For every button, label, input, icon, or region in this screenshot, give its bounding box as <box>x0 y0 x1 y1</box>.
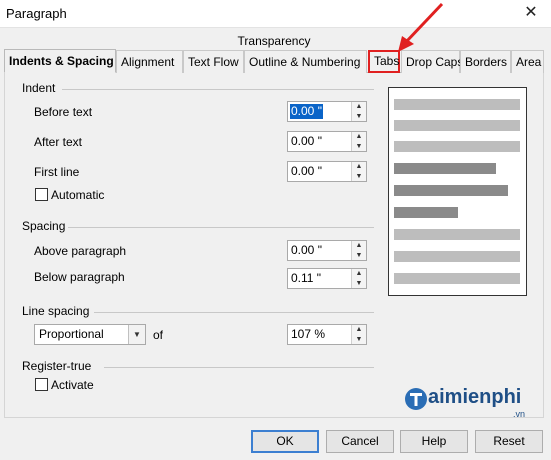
line-spacing-mode: Proportional <box>39 327 104 341</box>
spin-down-icon[interactable]: ▼ <box>352 279 366 288</box>
spacing-divider <box>68 227 374 228</box>
spin-up-icon[interactable]: ▲ <box>352 162 366 171</box>
register-true-divider <box>104 367 374 368</box>
line-spacing-dropdown[interactable]: Proportional ▼ <box>34 324 146 345</box>
preview-line <box>394 141 520 152</box>
watermark-text: aimienphi <box>428 386 522 408</box>
tab-outline-numbering[interactable]: Outline & Numbering <box>244 50 367 73</box>
preview-line <box>394 185 508 196</box>
automatic-checkbox[interactable] <box>35 188 48 201</box>
tab-indents-spacing[interactable]: Indents & Spacing <box>4 49 116 73</box>
line-spacing-section-title: Line spacing <box>22 304 90 318</box>
below-paragraph-label: Below paragraph <box>34 270 125 284</box>
chevron-down-icon[interactable]: ▼ <box>128 325 145 344</box>
paragraph-preview <box>388 87 527 296</box>
spin-up-icon[interactable]: ▲ <box>352 241 366 250</box>
above-paragraph-label: Above paragraph <box>34 244 127 258</box>
above-paragraph-value[interactable]: 0.00 " <box>290 243 323 258</box>
spin-down-icon[interactable]: ▼ <box>352 112 366 121</box>
ok-button[interactable]: OK <box>251 430 319 453</box>
before-text-value[interactable]: 0.00 " <box>290 104 323 119</box>
annotation-arrow-icon <box>398 2 444 52</box>
tab-borders[interactable]: Borders <box>460 50 511 73</box>
preview-line <box>394 273 520 284</box>
line-spacing-of-label: of <box>153 328 164 342</box>
first-line-label: First line <box>34 165 80 179</box>
indent-section-title: Indent <box>22 81 56 95</box>
tab-transparency[interactable]: Transparency <box>228 34 320 48</box>
spin-down-icon[interactable]: ▼ <box>352 335 366 344</box>
register-true-section-title: Register-true <box>22 359 92 373</box>
below-paragraph-value[interactable]: 0.11 " <box>290 271 322 286</box>
spin-up-icon[interactable]: ▲ <box>352 325 366 334</box>
activate-label: Activate <box>51 378 94 392</box>
after-text-spinbox[interactable]: 0.00 " ▲ ▼ <box>287 131 367 152</box>
first-line-value[interactable]: 0.00 " <box>290 164 323 179</box>
before-text-label: Before text <box>34 105 93 119</box>
preview-line <box>394 207 458 218</box>
line-spacing-divider <box>94 312 374 313</box>
tab-text-flow[interactable]: Text Flow <box>183 50 244 73</box>
spin-up-icon[interactable]: ▲ <box>352 269 366 278</box>
preview-line <box>394 163 496 174</box>
activate-checkbox[interactable] <box>35 378 48 391</box>
title-bar: Paragraph ✕ <box>0 0 551 28</box>
tab-area[interactable]: Area <box>511 50 544 73</box>
preview-line <box>394 120 520 131</box>
after-text-value[interactable]: 0.00 " <box>290 134 323 149</box>
before-text-spinbox[interactable]: 0.00 " ▲ ▼ <box>287 101 367 122</box>
after-text-label: After text <box>34 135 83 149</box>
above-paragraph-spinbox[interactable]: 0.00 " ▲ ▼ <box>287 240 367 261</box>
close-icon[interactable]: ✕ <box>521 3 541 23</box>
indent-divider <box>62 89 374 90</box>
cancel-button[interactable]: Cancel <box>326 430 394 453</box>
preview-line <box>394 229 520 240</box>
watermark-suffix: .vn <box>513 409 526 419</box>
line-spacing-spinbox[interactable]: 107 % ▲ ▼ <box>287 324 367 345</box>
spin-down-icon[interactable]: ▼ <box>352 172 366 181</box>
preview-line <box>394 251 520 262</box>
first-line-spinbox[interactable]: 0.00 " ▲ ▼ <box>287 161 367 182</box>
reset-button[interactable]: Reset <box>475 430 543 453</box>
spin-down-icon[interactable]: ▼ <box>352 251 366 260</box>
preview-line <box>394 99 520 110</box>
help-button[interactable]: Help <box>400 430 468 453</box>
spin-up-icon[interactable]: ▲ <box>352 102 366 111</box>
tab-alignment[interactable]: Alignment <box>116 50 183 73</box>
watermark-t-icon <box>405 388 427 410</box>
spin-up-icon[interactable]: ▲ <box>352 132 366 141</box>
spin-down-icon[interactable]: ▼ <box>352 142 366 151</box>
spacing-section-title: Spacing <box>22 219 66 233</box>
tab-row-bottom: Indents & Spacing Alignment Text Flow Ou… <box>4 49 544 73</box>
watermark-logo: aimienphi .vn <box>400 380 550 420</box>
below-paragraph-spinbox[interactable]: 0.11 " ▲ ▼ <box>287 268 367 289</box>
line-spacing-value[interactable]: 107 % <box>290 327 326 342</box>
window-title: Paragraph <box>6 6 67 21</box>
automatic-label: Automatic <box>51 188 105 202</box>
